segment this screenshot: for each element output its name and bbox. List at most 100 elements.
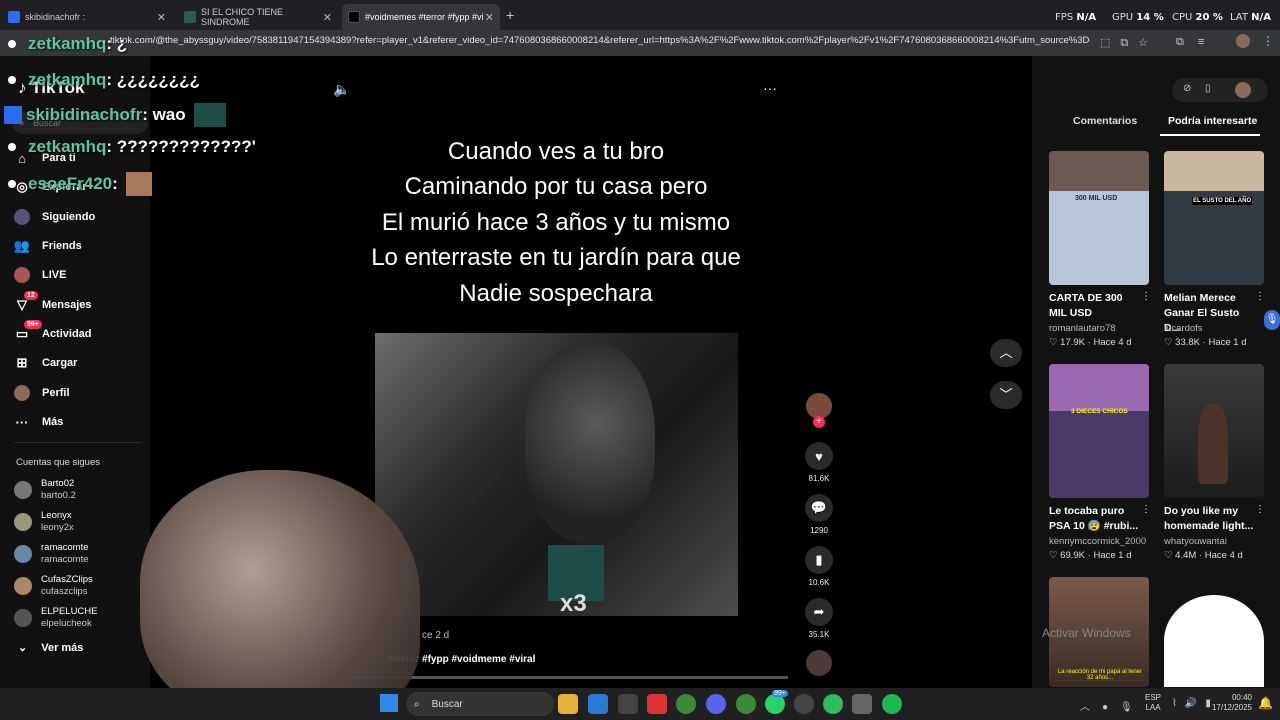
app-icon[interactable] bbox=[647, 694, 667, 714]
active-tab-underline bbox=[1160, 134, 1260, 136]
app-icon[interactable] bbox=[588, 694, 608, 714]
tab-title: #voidmemes #terror #fypp #vi bbox=[365, 12, 484, 22]
sidebar-item-cargar[interactable]: ⊞ Cargar bbox=[14, 355, 78, 371]
heart-icon: ♡ bbox=[1164, 337, 1173, 348]
card-meta: ♡ 4.4M · Hace 4 d bbox=[1164, 550, 1243, 561]
card-title[interactable]: Le tocaba puro PSA 10 😰 #rubi... bbox=[1049, 504, 1143, 534]
following-item[interactable]: Leonyx leony2x bbox=[14, 510, 74, 533]
sidebar-item-mas[interactable]: ··· Más bbox=[14, 414, 64, 430]
tab-comentarios[interactable]: Comentarios bbox=[1073, 115, 1137, 127]
card-meta: ♡ 33.8K · Hace 1 d bbox=[1164, 337, 1247, 348]
video-caption-line: Caminando por tu casa pero bbox=[404, 173, 708, 200]
mic-icon[interactable]: 🎙 bbox=[1264, 310, 1280, 330]
card-thumbnail[interactable] bbox=[1164, 364, 1264, 498]
sidebar-item-siguiendo[interactable]: Siguiendo bbox=[14, 209, 95, 225]
discord-icon[interactable] bbox=[706, 694, 726, 714]
tray-icons[interactable]: ︿●🎙 bbox=[1080, 698, 1145, 713]
card-menu-icon[interactable]: ⋮ bbox=[1255, 504, 1265, 515]
card-menu-icon[interactable]: ⋮ bbox=[1141, 504, 1151, 515]
taskbar-badge: 99+ bbox=[772, 690, 788, 697]
like-button[interactable]: ♥ 81.6K bbox=[804, 442, 834, 483]
volume-icon[interactable]: 🔈 bbox=[333, 81, 350, 98]
card-author[interactable]: kennymccormick_2000 bbox=[1049, 536, 1146, 547]
video-caption-line: Lo enterraste en tu jardín para que bbox=[371, 244, 741, 271]
settings-icon[interactable] bbox=[852, 694, 872, 714]
sidebar-item-live[interactable]: LIVE bbox=[14, 267, 66, 283]
following-item[interactable]: ELPELUCHE elpelucheok bbox=[14, 606, 98, 629]
clock[interactable]: 00:40 17/12/2025 bbox=[1210, 693, 1252, 713]
following-item[interactable]: ramacomte ramacomte bbox=[14, 542, 89, 565]
previous-video-button[interactable]: ︿ bbox=[990, 339, 1022, 367]
card-title[interactable]: CARTA DE 300 MIL USD bbox=[1049, 291, 1143, 321]
card-author[interactable]: romanlautaro78 bbox=[1049, 323, 1116, 334]
tab-favicon-icon bbox=[8, 11, 20, 23]
sidebar-item-mensajes[interactable]: ▽ 12 Mensajes bbox=[14, 291, 92, 313]
chat-message: skibidinachofr : wao bbox=[4, 103, 226, 127]
sidebar-item-perfil[interactable]: Perfil bbox=[14, 385, 70, 401]
taskbar-search[interactable]: ⌕ Buscar bbox=[406, 692, 554, 716]
more-options-icon[interactable]: ··· bbox=[763, 80, 777, 96]
tab-podria-interesarte[interactable]: Podría interesarte bbox=[1168, 115, 1257, 127]
emote-image bbox=[193, 103, 226, 127]
extension-icons[interactable]: ⧉≡ bbox=[1176, 36, 1218, 49]
card-author[interactable]: whatyouwantai bbox=[1164, 536, 1227, 547]
toolbar-icons[interactable]: ⬚⧉☆ bbox=[1100, 36, 1158, 50]
card-thumbnail[interactable]: EL SUSTO DEL AÑO bbox=[1164, 151, 1264, 285]
search-icon: ⌕ bbox=[414, 698, 420, 710]
avatar bbox=[14, 512, 32, 531]
emote-image bbox=[125, 172, 152, 196]
app-icon[interactable] bbox=[794, 694, 814, 714]
progress-bar[interactable] bbox=[348, 676, 788, 679]
device-icon[interactable]: ▯ bbox=[1205, 83, 1211, 94]
card-thumbnail[interactable]: 300 MIL USD bbox=[1049, 151, 1149, 285]
avatar bbox=[14, 576, 32, 595]
see-more-button[interactable]: ⌄ Ver más bbox=[18, 641, 83, 654]
card-menu-icon[interactable]: ⋮ bbox=[1255, 291, 1265, 302]
close-icon[interactable]: ✕ bbox=[157, 11, 166, 24]
card-thumbnail[interactable]: 3 DIECES CHICOS bbox=[1049, 364, 1149, 498]
save-button[interactable]: ▮ 10.6K bbox=[804, 546, 834, 587]
following-item[interactable]: Barto02 barto0.2 bbox=[14, 478, 76, 501]
card-menu-icon[interactable]: ⋮ bbox=[1141, 291, 1151, 302]
sound-disc[interactable] bbox=[806, 650, 832, 676]
chrome-icon[interactable] bbox=[676, 694, 696, 714]
following-item[interactable]: CufasZClips cufaszclips bbox=[14, 574, 93, 597]
menu-icon[interactable]: ⋮ bbox=[1262, 34, 1274, 48]
app-icon[interactable] bbox=[823, 694, 843, 714]
chevron-down-icon: ⌄ bbox=[18, 642, 28, 654]
comment-button[interactable]: 💬 1290 bbox=[804, 494, 834, 535]
bookmark-icon: ▮ bbox=[805, 546, 833, 574]
whatsapp-icon[interactable] bbox=[765, 694, 785, 714]
avatar[interactable] bbox=[1235, 82, 1251, 98]
following-title: Cuentas que sigues bbox=[16, 457, 100, 468]
chrome-icon[interactable] bbox=[736, 694, 756, 714]
autoscroll-icon[interactable]: ⊘ bbox=[1183, 83, 1191, 94]
card-title[interactable]: Do you like my homemade light... bbox=[1164, 504, 1258, 534]
chat-message: zetkamhq : ¿ bbox=[8, 34, 127, 54]
windows-start-icon[interactable] bbox=[380, 694, 398, 712]
spotify-icon[interactable] bbox=[882, 694, 902, 714]
store-icon[interactable] bbox=[618, 694, 638, 714]
profile-avatar[interactable] bbox=[1236, 34, 1250, 48]
chat-dot-icon bbox=[8, 40, 16, 48]
card-thumbnail[interactable] bbox=[1164, 595, 1264, 687]
share-button[interactable]: ➦ 35.1K bbox=[804, 598, 834, 639]
sidebar-item-friends[interactable]: 👥 Friends bbox=[14, 238, 82, 254]
close-icon[interactable]: ✕ bbox=[323, 11, 332, 24]
sidebar-item-actividad[interactable]: ▭ 99+ Actividad bbox=[14, 320, 92, 342]
chat-dot-icon bbox=[8, 143, 16, 151]
tab-2[interactable]: SI EL CHICO TIENE SINDROME ✕ bbox=[178, 4, 338, 30]
close-icon[interactable]: ✕ bbox=[485, 11, 494, 24]
folder-icon[interactable] bbox=[558, 694, 578, 714]
language-indicator[interactable]: ESP LAA bbox=[1145, 693, 1161, 713]
new-tab-button[interactable]: + bbox=[506, 7, 514, 23]
follow-plus-icon[interactable]: + bbox=[813, 416, 825, 428]
notification-icon[interactable]: 🔔 bbox=[1258, 696, 1273, 710]
video-caption-line: Cuando ves a tu bro bbox=[447, 138, 665, 165]
tab-3-active[interactable]: #voidmemes #terror #fypp #vi ✕ bbox=[342, 4, 500, 30]
url-field[interactable]: tiktok.com/@the_abyssguy/video/758381194… bbox=[110, 35, 1090, 46]
tab-1[interactable]: skibidinachofr : ✕ bbox=[2, 4, 172, 30]
card-author[interactable]: lucardofs bbox=[1164, 323, 1203, 334]
next-video-button[interactable]: ﹀ bbox=[990, 381, 1022, 409]
comment-icon: 💬 bbox=[805, 494, 833, 522]
